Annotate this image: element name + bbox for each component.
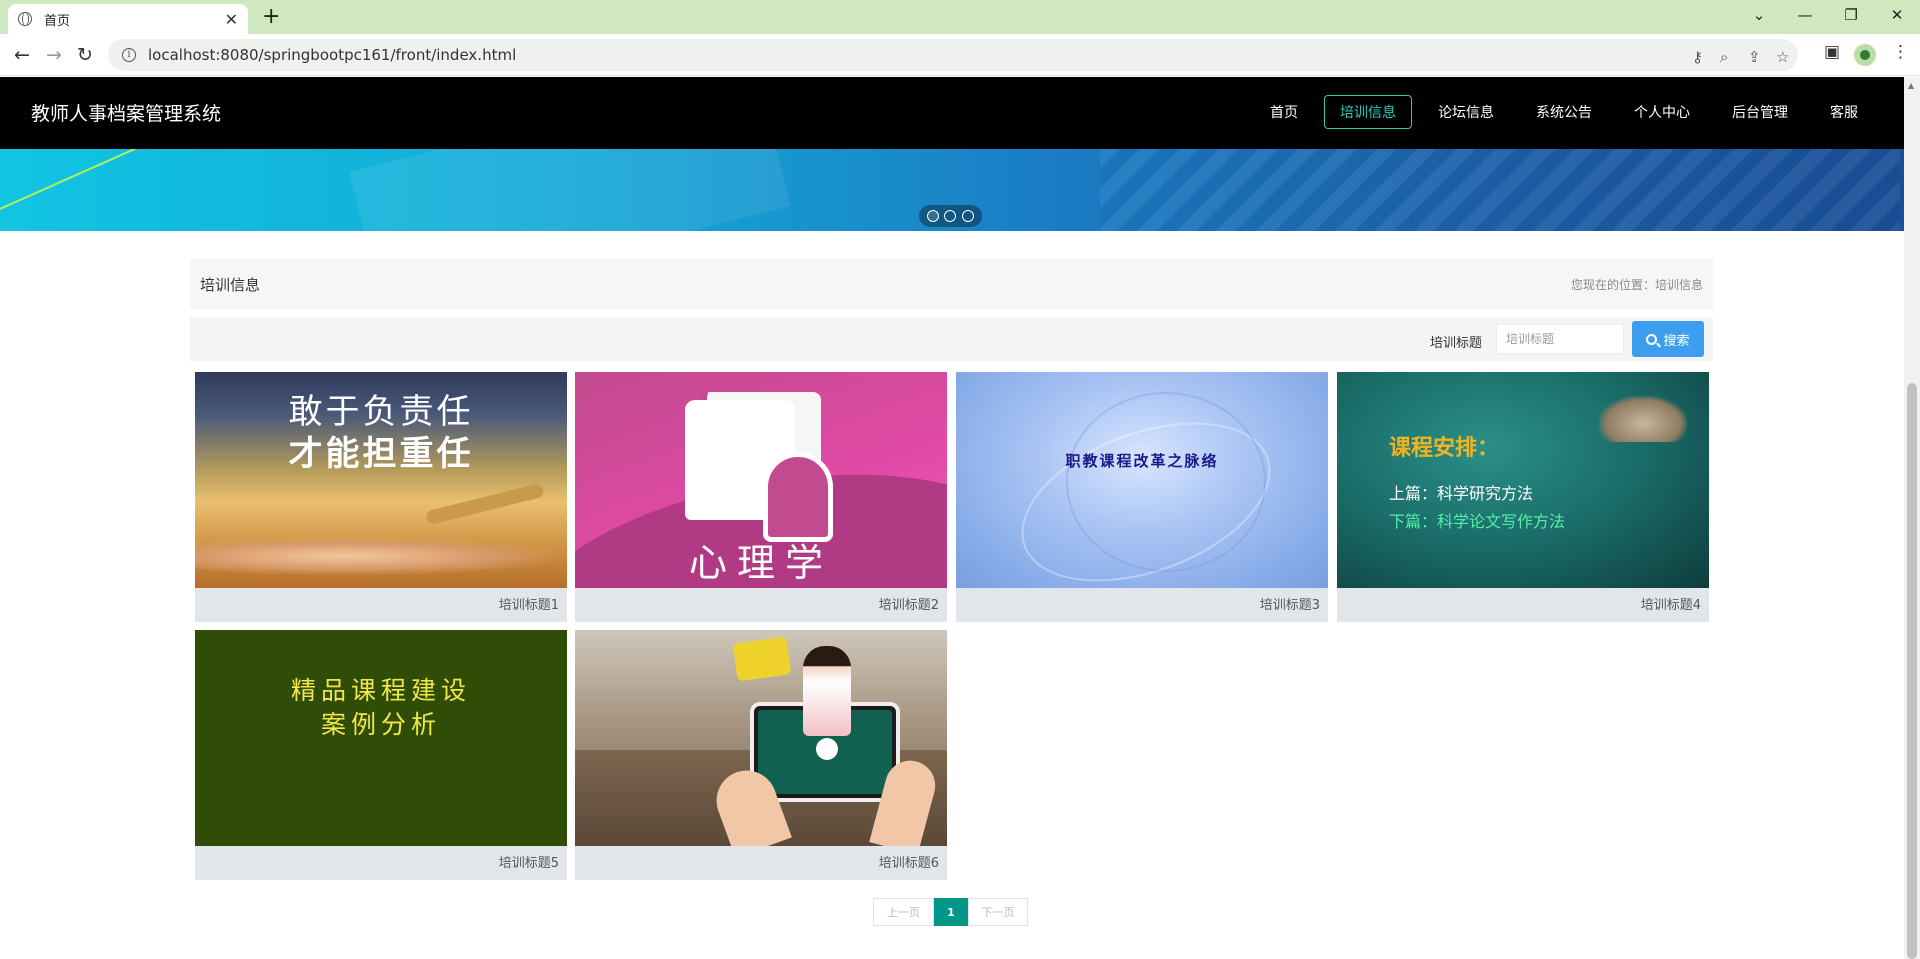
speech-bubble-icon — [732, 636, 792, 682]
site-header: 教师人事档案管理系统 首页 培训信息 论坛信息 系统公告 个人中心 后台管理 客… — [0, 77, 1904, 149]
url-text: localhost:8080/springbootpc161/front/ind… — [148, 46, 517, 64]
back-arrow-icon[interactable]: ← — [9, 42, 35, 68]
breadcrumb-current[interactable]: 培训信息 — [1655, 276, 1703, 293]
page-title: 培训信息 — [200, 276, 261, 294]
carousel-dot-3[interactable] — [962, 210, 975, 222]
pagination: 上一页 1 下一页 — [873, 898, 1028, 926]
nav-item-forum[interactable]: 论坛信息 — [1422, 95, 1510, 129]
training-image[interactable]: 课程安排： 上篇：科学研究方法 下篇：科学论文写作方法 — [1337, 372, 1709, 588]
image-text: 上篇：科学研究方法 — [1389, 484, 1534, 503]
people-illustration — [1599, 396, 1687, 442]
training-card[interactable]: 职教课程改革之脉络 培训标题3 — [956, 372, 1328, 622]
card-caption[interactable]: 培训标题6 — [879, 852, 939, 871]
training-card[interactable]: 精品课程建设 案例分析 培训标题5 — [195, 630, 567, 880]
tab-close-icon[interactable]: ✕ — [225, 10, 238, 29]
tab-search-chevron-icon[interactable]: ⌄ — [1736, 0, 1782, 30]
browser-tab[interactable]: 首页 ✕ — [8, 4, 248, 34]
person-icon — [763, 452, 833, 542]
site-info-icon[interactable]: i — [122, 48, 136, 62]
search-button[interactable]: 搜索 — [1632, 321, 1704, 357]
browser-tabstrip: 首页 ✕ + ⌄ — ❐ ✕ — [0, 0, 1920, 34]
training-card[interactable]: 敢于负责任 才能担重任 培训标题1 — [195, 372, 567, 622]
card-caption[interactable]: 培训标题2 — [879, 594, 939, 613]
image-text: 职教课程改革之脉络 — [1065, 452, 1219, 470]
breadcrumb-prefix: 您现在的位置： — [1570, 278, 1655, 292]
main-nav: 首页 培训信息 论坛信息 系统公告 个人中心 后台管理 客服 — [1244, 95, 1874, 129]
prev-page-button[interactable]: 上一页 — [873, 898, 934, 926]
banner-keyboard-image — [1100, 149, 1900, 231]
card-caption[interactable]: 培训标题3 — [1260, 594, 1320, 613]
nav-item-home[interactable]: 首页 — [1254, 95, 1314, 129]
profile-avatar-icon[interactable] — [1854, 44, 1876, 66]
next-page-button[interactable]: 下一页 — [968, 898, 1028, 926]
training-card[interactable]: 心理学 培训标题2 — [575, 372, 947, 622]
zoom-icon[interactable]: ⌕ — [1720, 48, 1728, 66]
banner-decoration — [0, 149, 144, 216]
training-image[interactable]: 精品课程建设 案例分析 — [195, 630, 567, 846]
image-text-line: 精品课程建设 — [290, 676, 471, 705]
side-panel-icon[interactable]: ▣ — [1824, 42, 1840, 62]
globe-icon — [18, 11, 32, 26]
page-number-button[interactable]: 1 — [934, 898, 968, 926]
reload-icon[interactable]: ↻ — [72, 42, 98, 68]
tab-title: 首页 — [44, 13, 71, 29]
new-tab-button[interactable]: + — [262, 4, 280, 30]
nav-item-announcements[interactable]: 系统公告 — [1520, 95, 1608, 129]
card-caption[interactable]: 培训标题5 — [499, 852, 559, 871]
search-icon — [1646, 333, 1658, 345]
training-image[interactable]: 职教课程改革之脉络 — [956, 372, 1328, 588]
training-image[interactable]: 敢于负责任 才能担重任 — [195, 372, 567, 588]
play-icon — [816, 738, 838, 760]
image-text: 下篇：科学论文写作方法 — [1389, 512, 1566, 531]
search-label: 培训标题 — [1430, 336, 1483, 351]
training-image[interactable] — [575, 630, 947, 846]
baton-shape — [425, 482, 545, 526]
site-title: 教师人事档案管理系统 — [31, 103, 222, 125]
breadcrumb-bar: 培训信息 您现在的位置： 培训信息 — [190, 259, 1713, 309]
teacher-illustration — [803, 646, 851, 736]
key-icon[interactable]: ⚷ — [1692, 48, 1703, 66]
search-bar: 培训标题 搜索 — [190, 317, 1713, 361]
training-card[interactable]: 课程安排： 上篇：科学研究方法 下篇：科学论文写作方法 培训标题4 — [1337, 372, 1709, 622]
page-scrollbar[interactable]: ▲ — [1904, 77, 1920, 959]
browser-menu-icon[interactable]: ⋮ — [1892, 42, 1909, 62]
carousel-dot-1[interactable] — [926, 210, 939, 222]
image-text: 精品课程建设 案例分析 — [195, 674, 567, 742]
nav-item-personal-center[interactable]: 个人中心 — [1618, 95, 1706, 129]
scrollbar-thumb[interactable] — [1907, 383, 1917, 959]
image-decoration — [1066, 392, 1266, 572]
carousel-dot-2[interactable] — [944, 210, 957, 222]
bookmark-star-icon[interactable]: ☆ — [1776, 48, 1789, 66]
share-icon[interactable]: ⇪ — [1748, 48, 1761, 66]
card-caption[interactable]: 培训标题1 — [499, 594, 559, 613]
forward-arrow-icon[interactable]: → — [41, 42, 67, 68]
image-text: 才能担重任 — [288, 434, 474, 474]
browser-toolbar: ← → ↻ i localhost:8080/springbootpc161/f… — [0, 34, 1920, 76]
search-input[interactable] — [1496, 324, 1624, 354]
hands-shape — [195, 536, 567, 576]
image-text-line: 案例分析 — [320, 710, 441, 739]
nav-item-admin[interactable]: 后台管理 — [1716, 95, 1804, 129]
training-card[interactable]: 培训标题6 — [575, 630, 947, 880]
search-button-label: 搜索 — [1663, 333, 1690, 349]
minimize-icon[interactable]: — — [1782, 0, 1828, 30]
carousel-indicators — [919, 205, 982, 227]
image-text: 心理学 — [688, 541, 833, 585]
restore-icon[interactable]: ❐ — [1828, 0, 1874, 30]
card-caption[interactable]: 培训标题4 — [1641, 594, 1701, 613]
address-bar[interactable]: i localhost:8080/springbootpc161/front/i… — [108, 39, 1798, 71]
scroll-up-icon[interactable]: ▲ — [1908, 81, 1914, 90]
image-text: 课程安排： — [1389, 436, 1500, 461]
page-viewport: 教师人事档案管理系统 首页 培训信息 论坛信息 系统公告 个人中心 后台管理 客… — [0, 77, 1904, 959]
breadcrumb: 您现在的位置： 培训信息 — [1571, 276, 1703, 293]
nav-item-customer-service[interactable]: 客服 — [1814, 95, 1874, 129]
banner-decoration — [349, 149, 791, 231]
training-image[interactable]: 心理学 — [575, 372, 947, 588]
window-close-icon[interactable]: ✕ — [1874, 0, 1920, 30]
nav-item-training[interactable]: 培训信息 — [1324, 95, 1412, 129]
